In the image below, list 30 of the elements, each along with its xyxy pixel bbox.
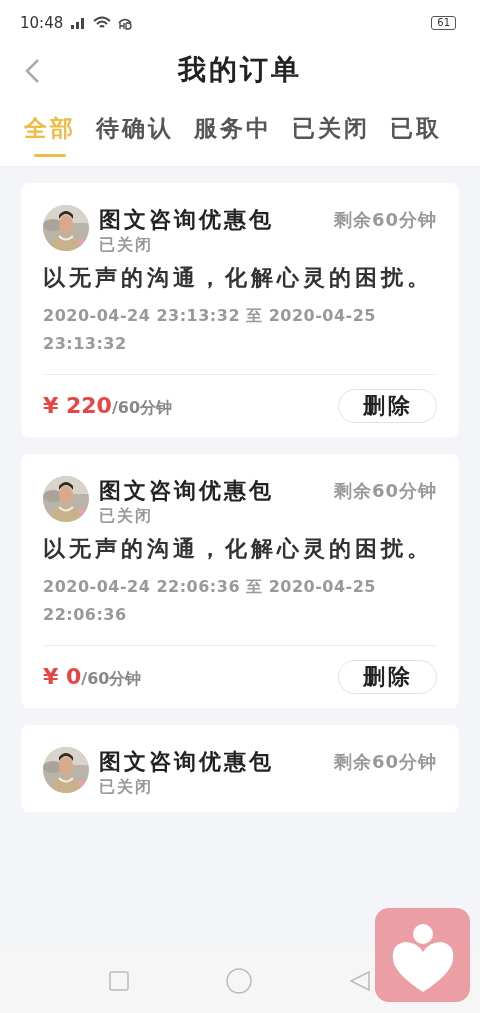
order-tab[interactable]: 已取 [390,95,442,166]
page-title: 我的订单 [178,52,302,88]
order-tab[interactable]: 已关闭 [292,95,370,166]
order-period: 2020-04-24 23:13:32 至 2020-04-25 23:13:32 [43,305,377,355]
order-status: 已关闭 [99,777,153,798]
remaining-time: 剩余60分钟 [333,750,437,774]
delete-button[interactable]: 删除 [338,389,437,423]
order-price: ¥ 220/60分钟 [43,393,173,419]
order-tab[interactable]: 待确认 [96,95,174,166]
back-nav-icon[interactable] [349,969,372,992]
remaining-time: 剩余60分钟 [333,208,437,232]
delete-button[interactable]: 删除 [338,660,437,694]
order-title: 图文咨询优惠包 [99,477,274,505]
heart-app-button[interactable] [375,908,470,1002]
order-price: ¥ 0/60分钟 [43,664,142,690]
order-description: 以无声的沟通，化解心灵的困扰。 [43,264,434,292]
remaining-time: 剩余60分钟 [333,479,437,503]
battery-level: 61 [431,15,456,30]
order-description: 以无声的沟通，化解心灵的困扰。 [43,535,434,563]
recents-icon[interactable] [108,970,129,991]
home-icon[interactable] [226,967,252,994]
order-title: 图文咨询优惠包 [99,206,274,234]
wifi-icon [93,15,112,30]
order-period: 2020-04-24 22:06:36 至 2020-04-25 22:06:36 [43,576,377,626]
back-icon[interactable] [24,58,40,84]
order-status: 已关闭 [99,506,153,527]
order-status: 已关闭 [99,235,153,256]
order-title: 图文咨询优惠包 [99,748,274,776]
order-tab[interactable]: 服务中 [194,95,272,166]
clock: 10:48 [20,13,64,32]
